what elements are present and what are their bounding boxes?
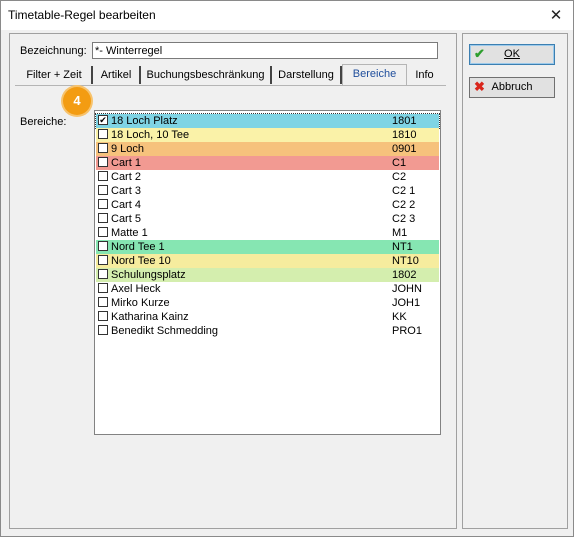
list-item[interactable]: Axel Heck JOHN [96, 282, 439, 296]
checkbox[interactable] [98, 269, 108, 279]
tab-buchungsbeschraenkung[interactable]: Buchungsbeschränkung [141, 66, 272, 84]
step-badge: 4 [63, 87, 91, 115]
close-icon[interactable]: ✕ [539, 1, 573, 30]
area-name: Matte 1 [111, 227, 148, 239]
area-name: Cart 5 [111, 213, 141, 225]
area-code: C2 [392, 171, 407, 183]
area-code: NT1 [392, 241, 413, 253]
area-name: Katharina Kainz [111, 311, 189, 323]
area-code: JOHN [392, 283, 422, 295]
list-item[interactable]: Cart 4 C2 2 [96, 198, 439, 212]
list-item[interactable]: Cart 3 C2 1 [96, 184, 439, 198]
area-code: JOH1 [392, 297, 421, 309]
list-item[interactable]: Cart 1 C1 [96, 156, 439, 170]
area-name: Benedikt Schmedding [111, 325, 219, 337]
list-item[interactable]: Nord Tee 1 NT1 [96, 240, 439, 254]
list-item[interactable]: Nord Tee 10 NT10 [96, 254, 439, 268]
area-code: C1 [392, 157, 407, 169]
area-code: NT10 [392, 255, 419, 267]
checkbox[interactable] [98, 241, 108, 251]
area-name: Cart 2 [111, 171, 141, 183]
list-item[interactable]: Cart 2 C2 [96, 170, 439, 184]
checkbox[interactable] [98, 255, 108, 265]
area-name: 9 Loch [111, 143, 145, 155]
list-item[interactable]: Cart 5 C2 3 [96, 212, 439, 226]
list-item[interactable]: ✔ 18 Loch Platz 1801 [95, 113, 440, 129]
list-item[interactable]: 9 Loch 0901 [96, 142, 439, 156]
area-code: PRO1 [392, 325, 422, 337]
checkbox[interactable]: ✔ [98, 115, 108, 125]
list-item[interactable]: Matte 1 M1 [96, 226, 439, 240]
area-code: 0901 [392, 143, 417, 155]
title-bar: Timetable-Regel bearbeiten ✕ [1, 1, 573, 30]
tab-darstellung[interactable]: Darstellung [272, 66, 342, 84]
tab-info[interactable]: Info [408, 66, 441, 84]
checkbox[interactable] [98, 213, 108, 223]
list-item[interactable]: Katharina Kainz KK [96, 310, 439, 324]
area-code: 1801 [392, 115, 417, 127]
area-name: Axel Heck [111, 283, 161, 295]
checkbox[interactable] [98, 143, 108, 153]
area-name: Mirko Kurze [111, 297, 170, 309]
area-code: M1 [392, 227, 408, 239]
ok-button[interactable]: ✔ OK [469, 44, 555, 65]
button-pane [462, 33, 568, 529]
area-code: C2 1 [392, 185, 416, 197]
area-code: C2 2 [392, 199, 416, 211]
cancel-button-label: Abbruch [491, 81, 533, 93]
area-name: Cart 4 [111, 199, 141, 211]
list-item[interactable]: Mirko Kurze JOH1 [96, 296, 439, 310]
checkbox[interactable] [98, 171, 108, 181]
checkbox[interactable] [98, 311, 108, 321]
ok-button-label: OK [504, 48, 520, 60]
area-code: KK [392, 311, 407, 323]
checkbox[interactable] [98, 227, 108, 237]
area-name: Nord Tee 1 [111, 241, 165, 253]
list-item[interactable]: Benedikt Schmedding PRO1 [96, 324, 439, 338]
area-code: C2 3 [392, 213, 416, 225]
checkbox[interactable] [98, 199, 108, 209]
tab-bereiche[interactable]: Bereiche [342, 64, 407, 85]
bereiche-list[interactable]: ✔ 18 Loch Platz 1801 18 Loch, 10 Tee 1810 9 L… [94, 110, 441, 435]
area-name: Cart 3 [111, 185, 141, 197]
area-name: 18 Loch, 10 Tee [111, 129, 190, 141]
area-name: 18 Loch Platz [111, 115, 178, 127]
area-name: Cart 1 [111, 157, 141, 169]
checkbox[interactable] [98, 283, 108, 293]
tab-artikel[interactable]: Artikel [93, 66, 141, 84]
bezeichnung-label: Bezeichnung: [20, 45, 87, 57]
checkbox[interactable] [98, 185, 108, 195]
checkbox[interactable] [98, 297, 108, 307]
area-name: Schulungsplatz [111, 269, 186, 281]
tab-filter-zeit[interactable]: Filter + Zeit [17, 66, 93, 84]
window-title: Timetable-Regel bearbeiten [8, 8, 156, 22]
checkbox[interactable] [98, 325, 108, 335]
cancel-button[interactable]: ✖ Abbruch [469, 77, 555, 98]
list-item[interactable]: Schulungsplatz 1802 [96, 268, 439, 282]
checkbox[interactable] [98, 129, 108, 139]
checkbox[interactable] [98, 157, 108, 167]
bezeichnung-input[interactable]: *- Winterregel [92, 42, 438, 59]
bereiche-label: Bereiche: [20, 116, 67, 128]
list-item[interactable]: 18 Loch, 10 Tee 1810 [96, 128, 439, 142]
area-code: 1810 [392, 129, 417, 141]
area-code: 1802 [392, 269, 417, 281]
area-name: Nord Tee 10 [111, 255, 171, 267]
